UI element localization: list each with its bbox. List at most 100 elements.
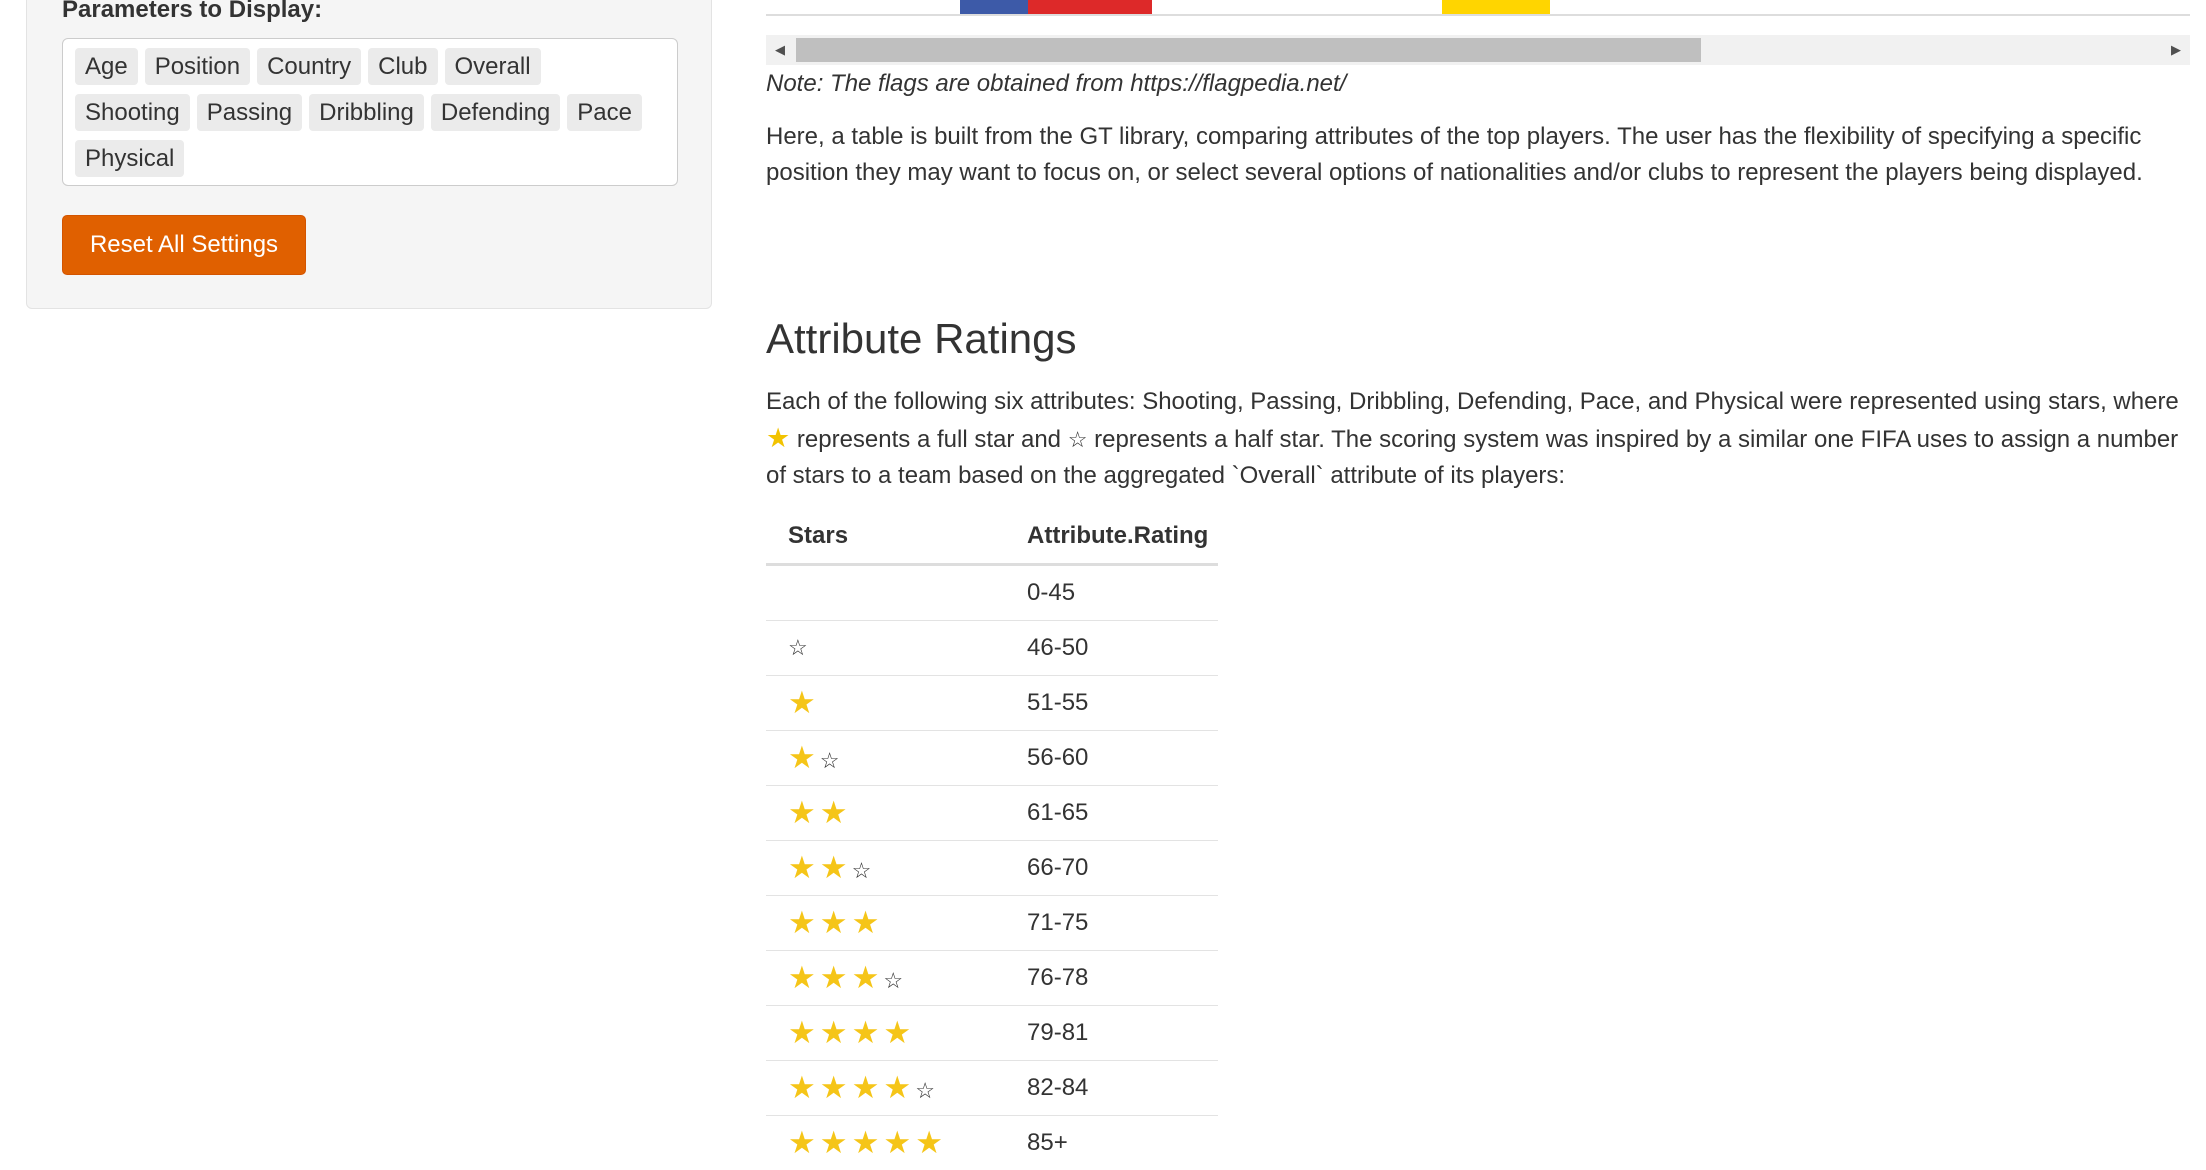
param-chip-overall[interactable]: Overall bbox=[445, 48, 541, 85]
horizontal-scrollbar[interactable]: ◀ ▶ bbox=[766, 35, 2190, 65]
full-star-icon: ★ bbox=[852, 1070, 880, 1105]
params-chip-row: Physical bbox=[75, 140, 677, 177]
params-chip-row: Shooting Passing Dribbling Defending Pac… bbox=[75, 94, 677, 131]
param-chip-position[interactable]: Position bbox=[145, 48, 250, 85]
full-star-icon: ★ bbox=[788, 795, 816, 830]
section-title: Attribute Ratings bbox=[766, 312, 1077, 366]
full-star-icon: ★ bbox=[852, 905, 880, 940]
param-chip-physical[interactable]: Physical bbox=[75, 140, 184, 177]
column-header-rating: Attribute.Rating bbox=[1005, 508, 1218, 565]
stars-cell: ★ bbox=[766, 676, 1005, 731]
param-chip-pace[interactable]: Pace bbox=[567, 94, 642, 131]
half-star-icon: ☆ bbox=[883, 968, 903, 993]
table-row: ★★★★79-81 bbox=[766, 1006, 1218, 1061]
table-row: ★★☆66-70 bbox=[766, 841, 1218, 896]
table-row: 0-45 bbox=[766, 565, 1218, 621]
rating-cell: 85+ bbox=[1005, 1116, 1218, 1170]
rating-cell: 71-75 bbox=[1005, 896, 1218, 951]
stars-cell: ☆ bbox=[766, 621, 1005, 676]
full-star-icon: ★ bbox=[820, 960, 848, 995]
half-star-icon: ☆ bbox=[820, 748, 840, 773]
rating-cell: 66-70 bbox=[1005, 841, 1218, 896]
column-header-stars: Stars bbox=[766, 508, 1005, 565]
scroll-left-arrow-icon[interactable]: ◀ bbox=[766, 35, 794, 65]
rating-cell: 56-60 bbox=[1005, 731, 1218, 786]
half-star-icon: ☆ bbox=[852, 858, 872, 883]
full-star-icon: ★ bbox=[820, 905, 848, 940]
flag-red-strip bbox=[1028, 0, 1152, 14]
stars-cell: ★★★★★ bbox=[766, 1116, 1005, 1170]
full-star-icon: ★ bbox=[788, 685, 816, 720]
full-star-icon: ★ bbox=[788, 850, 816, 885]
flag-yellow-strip bbox=[1442, 0, 1550, 14]
full-star-icon: ★ bbox=[788, 905, 816, 940]
scroll-right-arrow-icon[interactable]: ▶ bbox=[2162, 35, 2190, 65]
rating-cell: 0-45 bbox=[1005, 565, 1218, 621]
stars-cell: ★★★★ bbox=[766, 1006, 1005, 1061]
full-star-icon: ★ bbox=[788, 1015, 816, 1050]
scrollbar-thumb[interactable] bbox=[796, 38, 1701, 62]
full-star-icon: ★ bbox=[788, 960, 816, 995]
reset-settings-button[interactable]: Reset All Settings bbox=[62, 215, 306, 275]
stars-cell: ★★★☆ bbox=[766, 951, 1005, 1006]
desc-text: represents a full star and bbox=[797, 426, 1061, 453]
full-star-icon: ★ bbox=[788, 1125, 816, 1160]
full-star-icon: ★ bbox=[820, 1015, 848, 1050]
rating-cell: 82-84 bbox=[1005, 1061, 1218, 1116]
table-row: ★★★71-75 bbox=[766, 896, 1218, 951]
full-star-icon: ★ bbox=[788, 1070, 816, 1105]
param-chip-defending[interactable]: Defending bbox=[431, 94, 560, 131]
table-row: ★★★★★85+ bbox=[766, 1116, 1218, 1170]
table-row: ★☆56-60 bbox=[766, 731, 1218, 786]
rating-cell: 79-81 bbox=[1005, 1006, 1218, 1061]
attributes-description: Each of the following six attributes: Sh… bbox=[766, 384, 2190, 494]
table-header-row: Stars Attribute.Rating bbox=[766, 508, 1218, 565]
full-star-icon: ★ bbox=[788, 740, 816, 775]
full-star-icon: ★ bbox=[820, 1125, 848, 1160]
half-star-icon: ☆ bbox=[915, 1078, 935, 1103]
full-star-icon: ★ bbox=[820, 795, 848, 830]
param-chip-dribbling[interactable]: Dribbling bbox=[309, 94, 424, 131]
full-star-icon: ★ bbox=[883, 1070, 911, 1105]
half-star-icon: ☆ bbox=[1068, 427, 1088, 452]
table-row: ★★★★☆82-84 bbox=[766, 1061, 1218, 1116]
attribute-ratings-table: Stars Attribute.Rating 0-45☆46-50★51-55★… bbox=[766, 508, 1218, 1170]
stars-cell: ★★★ bbox=[766, 896, 1005, 951]
stars-cell bbox=[766, 565, 1005, 621]
table-row: ★ 51-55 bbox=[766, 676, 1218, 731]
full-star-icon: ★ bbox=[852, 1015, 880, 1050]
param-chip-age[interactable]: Age bbox=[75, 48, 138, 85]
full-star-icon: ★ bbox=[766, 423, 790, 453]
param-chip-shooting[interactable]: Shooting bbox=[75, 94, 190, 131]
params-multiselect[interactable]: Age Position Country Club Overall Shooti… bbox=[62, 38, 678, 186]
table-row: ☆ 46-50 bbox=[766, 621, 1218, 676]
stars-cell: ★★☆ bbox=[766, 841, 1005, 896]
desc-text: Each of the following six attributes: Sh… bbox=[766, 388, 2179, 415]
full-star-icon: ★ bbox=[915, 1125, 943, 1160]
table-row: ★★61-65 bbox=[766, 786, 1218, 841]
full-star-icon: ★ bbox=[852, 960, 880, 995]
full-star-icon: ★ bbox=[820, 850, 848, 885]
stars-cell: ★★★★☆ bbox=[766, 1061, 1005, 1116]
gt-table-description: Here, a table is built from the GT libra… bbox=[766, 119, 2190, 191]
rating-cell: 51-55 bbox=[1005, 676, 1218, 731]
rating-cell: 46-50 bbox=[1005, 621, 1218, 676]
param-chip-country[interactable]: Country bbox=[257, 48, 361, 85]
full-star-icon: ★ bbox=[883, 1125, 911, 1160]
full-star-icon: ★ bbox=[852, 1125, 880, 1160]
rating-cell: 61-65 bbox=[1005, 786, 1218, 841]
params-label: Parameters to Display: bbox=[62, 0, 322, 24]
stars-cell: ★☆ bbox=[766, 731, 1005, 786]
param-chip-club[interactable]: Club bbox=[368, 48, 437, 85]
table-row: ★★★☆76-78 bbox=[766, 951, 1218, 1006]
stars-cell: ★★ bbox=[766, 786, 1005, 841]
full-star-icon: ★ bbox=[883, 1015, 911, 1050]
flag-blue-strip bbox=[960, 0, 1028, 14]
param-chip-passing[interactable]: Passing bbox=[197, 94, 302, 131]
rating-cell: 76-78 bbox=[1005, 951, 1218, 1006]
full-star-icon: ★ bbox=[820, 1070, 848, 1105]
flags-source-note: Note: The flags are obtained from https:… bbox=[766, 66, 1346, 102]
params-chip-row: Age Position Country Club Overall bbox=[75, 48, 677, 85]
table-bottom-border bbox=[766, 14, 2190, 16]
half-star-icon: ☆ bbox=[788, 635, 808, 660]
